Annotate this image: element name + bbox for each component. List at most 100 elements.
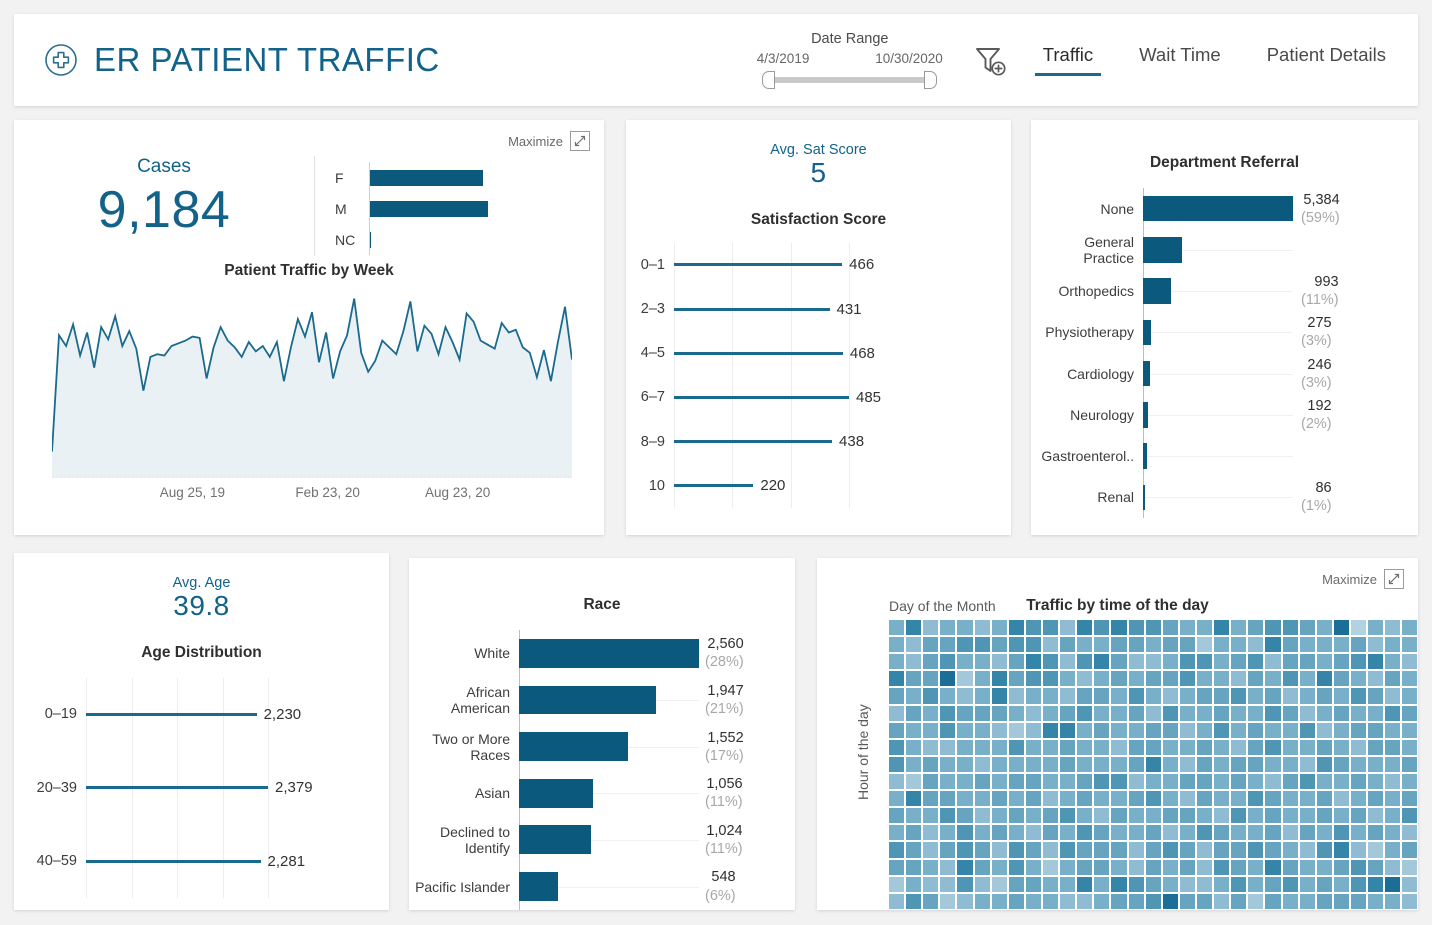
- heatmap-cell[interactable]: [1350, 637, 1367, 653]
- heatmap-cell[interactable]: [1299, 893, 1315, 909]
- heatmap-cell[interactable]: [1231, 739, 1247, 755]
- heatmap-cell[interactable]: [974, 791, 990, 807]
- heatmap-cell[interactable]: [974, 739, 990, 755]
- heatmap-cell[interactable]: [1111, 671, 1127, 687]
- heatmap-cell[interactable]: [991, 637, 1007, 653]
- heatmap-cell[interactable]: [1128, 637, 1144, 653]
- heatmap-cell[interactable]: [1231, 842, 1247, 858]
- heatmap-cell[interactable]: [1385, 637, 1401, 653]
- heatmap-cell[interactable]: [1248, 654, 1264, 670]
- heatmap-cell[interactable]: [1385, 791, 1401, 807]
- table-row[interactable]: Pacific Islander 548 (6%): [409, 863, 795, 910]
- heatmap-cell[interactable]: [1162, 825, 1178, 841]
- heatmap-cell[interactable]: [1077, 859, 1093, 875]
- heatmap-cell[interactable]: [1282, 654, 1298, 670]
- heatmap-cell[interactable]: [906, 722, 922, 738]
- heatmap-cell[interactable]: [1368, 671, 1384, 687]
- heatmap-cell[interactable]: [1316, 791, 1332, 807]
- heatmap-cell[interactable]: [1111, 705, 1127, 721]
- heatmap-cell[interactable]: [1094, 842, 1110, 858]
- heatmap-cell[interactable]: [974, 859, 990, 875]
- heatmap-cell[interactable]: [1299, 842, 1315, 858]
- heatmap-cell[interactable]: [1299, 722, 1315, 738]
- heatmap-cell[interactable]: [1077, 842, 1093, 858]
- heatmap-cell[interactable]: [1025, 876, 1041, 892]
- heatmap-cell[interactable]: [1145, 791, 1161, 807]
- heatmap-cell[interactable]: [1231, 893, 1247, 909]
- heatmap-cell[interactable]: [1248, 620, 1264, 636]
- heatmap-cell[interactable]: [923, 705, 939, 721]
- heatmap-cell[interactable]: [1316, 671, 1332, 687]
- heatmap-cell[interactable]: [1077, 825, 1093, 841]
- heatmap-cell[interactable]: [1008, 859, 1024, 875]
- heatmap-cell[interactable]: [1316, 739, 1332, 755]
- heatmap-cell[interactable]: [1042, 756, 1059, 772]
- heatmap-cell[interactable]: [1025, 808, 1041, 824]
- heatmap-cell[interactable]: [889, 654, 905, 670]
- heatmap-cell[interactable]: [906, 756, 922, 772]
- heatmap-cell[interactable]: [1196, 739, 1213, 755]
- heatmap-cell[interactable]: [1094, 773, 1110, 790]
- heatmap-cell[interactable]: [1231, 859, 1247, 875]
- heatmap-cell[interactable]: [1350, 791, 1367, 807]
- heatmap-cell[interactable]: [1368, 876, 1384, 892]
- heatmap-cell[interactable]: [1179, 859, 1195, 875]
- heatmap-cell[interactable]: [1111, 859, 1127, 875]
- heatmap-cell[interactable]: [1265, 825, 1281, 841]
- heatmap-cell[interactable]: [991, 791, 1007, 807]
- heatmap-cell[interactable]: [1077, 791, 1093, 807]
- heatmap-cell[interactable]: [1060, 825, 1076, 841]
- value-line[interactable]: [674, 263, 843, 267]
- heatmap-cell[interactable]: [1077, 756, 1093, 772]
- heatmap-cell[interactable]: [1248, 791, 1264, 807]
- heatmap-cell[interactable]: [1214, 654, 1230, 670]
- heatmap-cell[interactable]: [1231, 654, 1247, 670]
- heatmap-cell[interactable]: [1008, 808, 1024, 824]
- heatmap-cell[interactable]: [1248, 756, 1264, 772]
- maximize-button-cases[interactable]: Maximize: [508, 131, 590, 151]
- heatmap-cell[interactable]: [889, 756, 905, 772]
- list-item[interactable]: 2–3 431: [626, 287, 997, 331]
- heatmap-cell[interactable]: [1145, 671, 1161, 687]
- heatmap-cell[interactable]: [1111, 876, 1127, 892]
- heatmap-cell[interactable]: [1316, 688, 1332, 704]
- heatmap-cell[interactable]: [1060, 876, 1076, 892]
- heatmap-cell[interactable]: [1282, 722, 1298, 738]
- heatmap-cell[interactable]: [974, 825, 990, 841]
- heatmap-cell[interactable]: [991, 705, 1007, 721]
- heatmap-cell[interactable]: [1162, 654, 1178, 670]
- heatmap-cell[interactable]: [1111, 791, 1127, 807]
- heatmap-cell[interactable]: [1368, 842, 1384, 858]
- heatmap-cell[interactable]: [1094, 756, 1110, 772]
- heatmap-cell[interactable]: [1368, 620, 1384, 636]
- heatmap-cell[interactable]: [1128, 688, 1144, 704]
- heatmap-cell[interactable]: [1145, 620, 1161, 636]
- table-row[interactable]: Two or More Races 1,552 (17%): [409, 723, 795, 770]
- heatmap-cell[interactable]: [1060, 637, 1076, 653]
- heatmap-cell[interactable]: [1248, 893, 1264, 909]
- heatmap-cell[interactable]: [1042, 842, 1059, 858]
- heatmap-cell[interactable]: [1128, 705, 1144, 721]
- heatmap-cell[interactable]: [1025, 859, 1041, 875]
- heatmap-cell[interactable]: [1008, 791, 1024, 807]
- heatmap-cell[interactable]: [1008, 756, 1024, 772]
- heatmap-cell[interactable]: [1333, 671, 1349, 687]
- gender-bar-f[interactable]: [370, 169, 483, 186]
- heatmap-cell[interactable]: [1265, 705, 1281, 721]
- heatmap-cell[interactable]: [1299, 620, 1315, 636]
- heatmap-cell[interactable]: [1111, 825, 1127, 841]
- heatmap-cell[interactable]: [991, 859, 1007, 875]
- list-item[interactable]: 10 220: [626, 464, 997, 508]
- heatmap-cell[interactable]: [957, 637, 973, 653]
- heatmap-cell[interactable]: [957, 620, 973, 636]
- heatmap-cell[interactable]: [1042, 654, 1059, 670]
- heatmap-cell[interactable]: [1299, 688, 1315, 704]
- heatmap-cell[interactable]: [1214, 808, 1230, 824]
- heatmap-cell[interactable]: [1162, 722, 1178, 738]
- heatmap-cell[interactable]: [974, 654, 990, 670]
- heatmap-cell[interactable]: [1333, 739, 1349, 755]
- heatmap-cell[interactable]: [1368, 756, 1384, 772]
- heatmap-cell[interactable]: [1128, 876, 1144, 892]
- heatmap-cell[interactable]: [1316, 756, 1332, 772]
- heatmap-cell[interactable]: [1265, 688, 1281, 704]
